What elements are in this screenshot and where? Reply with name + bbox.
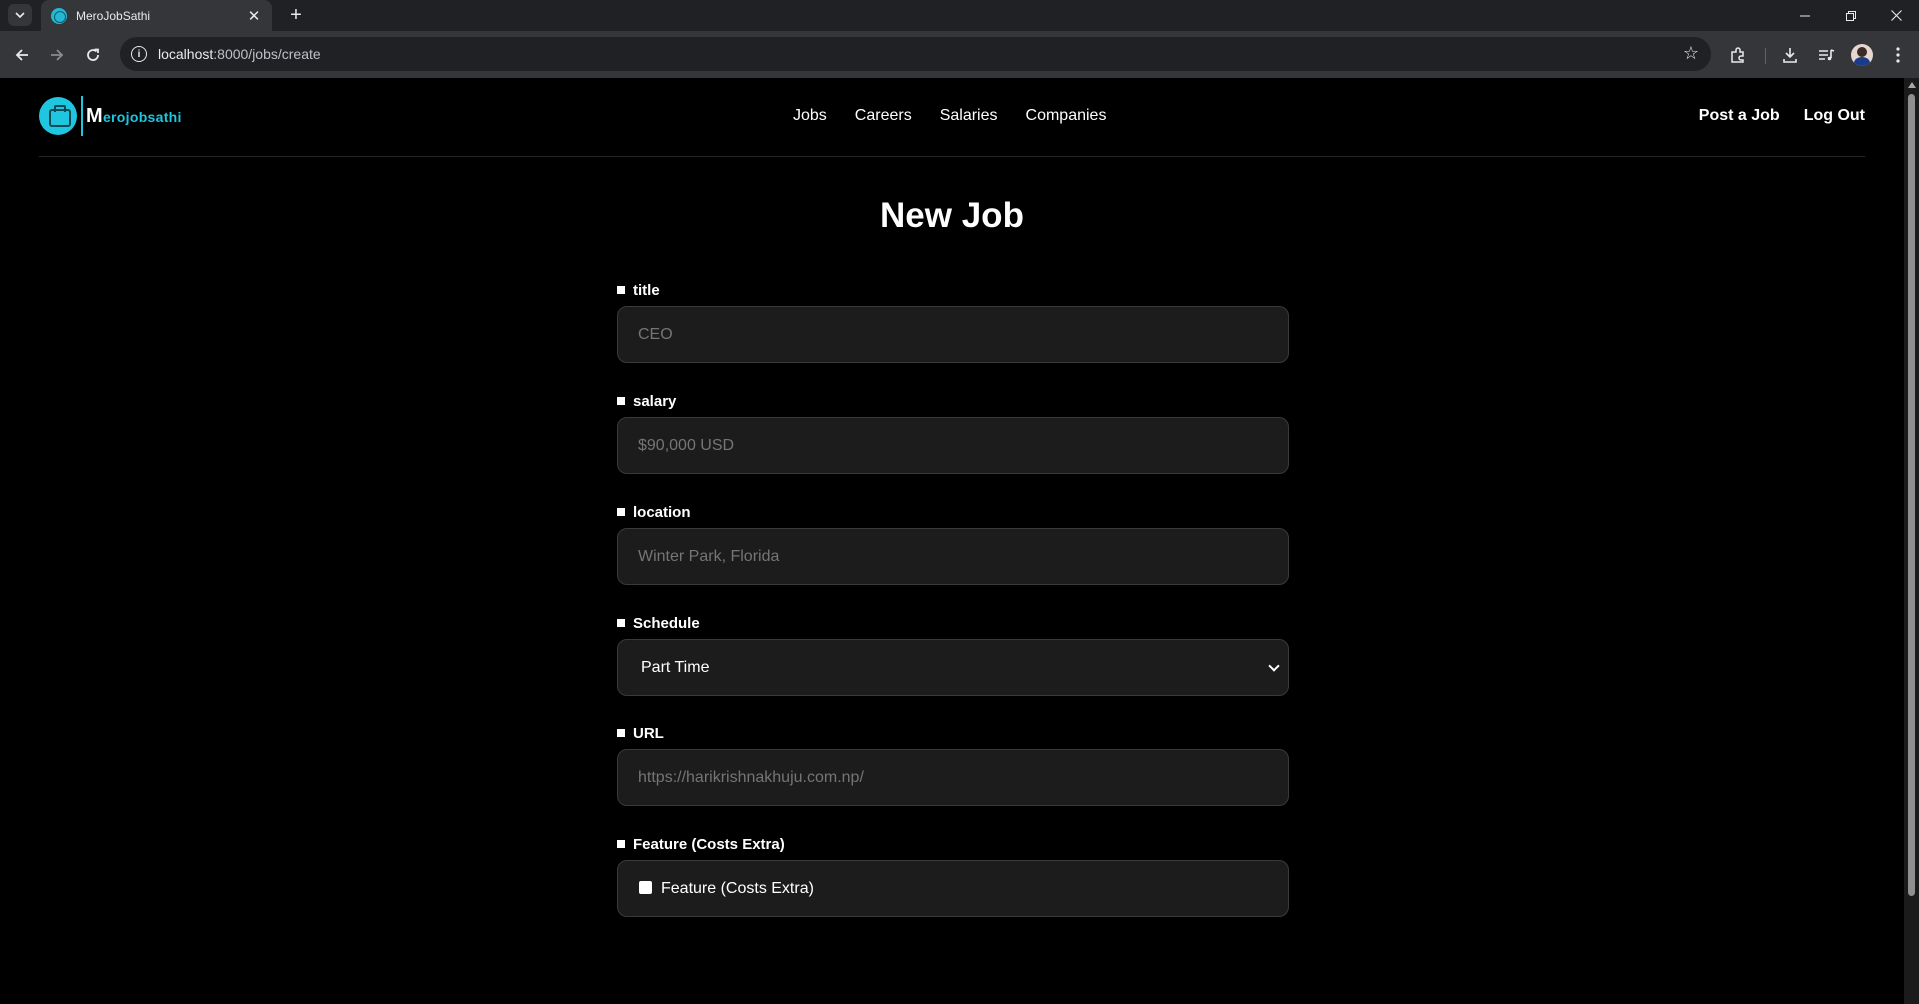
title-input[interactable] [618,307,1288,362]
url-field: URL [617,723,1289,806]
salary-field: salary [617,391,1289,474]
nav-link-companies[interactable]: Companies [1026,107,1107,125]
site-info-icon[interactable]: i [131,46,147,62]
logout-link[interactable]: Log Out [1804,107,1865,125]
nav-link-jobs[interactable]: Jobs [793,107,827,125]
featured-field: Feature (Costs Extra) Feature (Costs Ext… [617,834,1289,917]
schedule-select[interactable]: Part Time [618,640,1288,695]
main-nav: Jobs Careers Salaries Companies [793,107,1106,125]
media-queue-icon[interactable] [1814,43,1838,67]
restore-button[interactable] [1828,0,1874,31]
bullet-icon [617,840,625,848]
browser-tabstrip: MeroJobSathi ✕ + [0,0,1919,31]
url-text: localhost:8000/jobs/create [158,46,321,62]
page-title: New Job [880,196,1024,235]
browser-tab-active[interactable]: MeroJobSathi ✕ [41,0,272,31]
location-field: location [617,502,1289,585]
featured-checkbox[interactable] [639,881,652,894]
location-label: location [633,503,691,521]
browser-toolbar: i localhost:8000/jobs/create ☆ [0,31,1919,78]
download-icon[interactable] [1778,43,1802,67]
featured-label: Feature (Costs Extra) [633,835,785,853]
location-input[interactable] [618,529,1288,584]
title-field: title [617,280,1289,363]
scroll-thumb[interactable] [1908,94,1915,896]
bullet-icon [617,729,625,737]
back-button[interactable] [8,41,36,69]
bullet-icon [617,286,625,294]
url-input[interactable] [618,750,1288,805]
logo-divider [81,96,83,136]
salary-input[interactable] [618,418,1288,473]
logo-text: Merojobsathi [86,104,182,127]
reload-button[interactable] [79,41,107,69]
schedule-field: Schedule Part Time [617,613,1289,696]
close-tab-icon[interactable]: ✕ [246,8,262,25]
salary-label: salary [633,392,677,410]
forward-button[interactable] [43,41,71,69]
post-job-link[interactable]: Post a Job [1699,107,1780,125]
close-window-button[interactable] [1873,0,1919,31]
featured-checkbox-label: Feature (Costs Extra) [661,879,814,897]
url-label: URL [633,724,664,742]
page-scrollbar[interactable] [1904,78,1919,1004]
bullet-icon [617,397,625,405]
bookmark-star-icon[interactable]: ☆ [1683,43,1699,64]
title-label: title [633,281,660,299]
restore-icon [1846,10,1856,21]
arrow-left-icon [15,49,28,61]
new-tab-button[interactable]: + [284,3,308,27]
briefcase-logo-icon [39,97,77,135]
address-bar[interactable]: i localhost:8000/jobs/create ☆ [120,37,1711,71]
chevron-down-icon [15,12,25,18]
bullet-icon [617,508,625,516]
extensions-icon[interactable] [1726,43,1750,67]
reload-icon [87,48,99,61]
minimize-button[interactable] [1782,0,1828,31]
bullet-icon [617,619,625,627]
toolbar-separator [1765,48,1766,64]
page-viewport: Merojobsathi Jobs Careers Salaries Compa… [0,78,1904,1004]
tab-search-button[interactable] [8,4,32,26]
nav-link-salaries[interactable]: Salaries [940,107,998,125]
globe-icon [51,7,67,24]
scroll-up-arrow-icon[interactable] [1908,82,1916,88]
auth-nav: Post a Job Log Out [1699,107,1865,125]
arrow-right-icon [51,49,64,61]
profile-avatar[interactable] [1851,44,1873,66]
nav-link-careers[interactable]: Careers [855,107,912,125]
browser-menu-icon[interactable] [1886,43,1910,67]
site-header: Merojobsathi Jobs Careers Salaries Compa… [39,78,1865,157]
close-icon [1890,10,1902,21]
minimize-icon [1800,15,1810,16]
schedule-label: Schedule [633,614,700,632]
featured-checkbox-row[interactable]: Feature (Costs Extra) [618,861,1288,916]
tab-title: MeroJobSathi [76,8,151,23]
site-logo[interactable]: Merojobsathi [39,96,182,136]
